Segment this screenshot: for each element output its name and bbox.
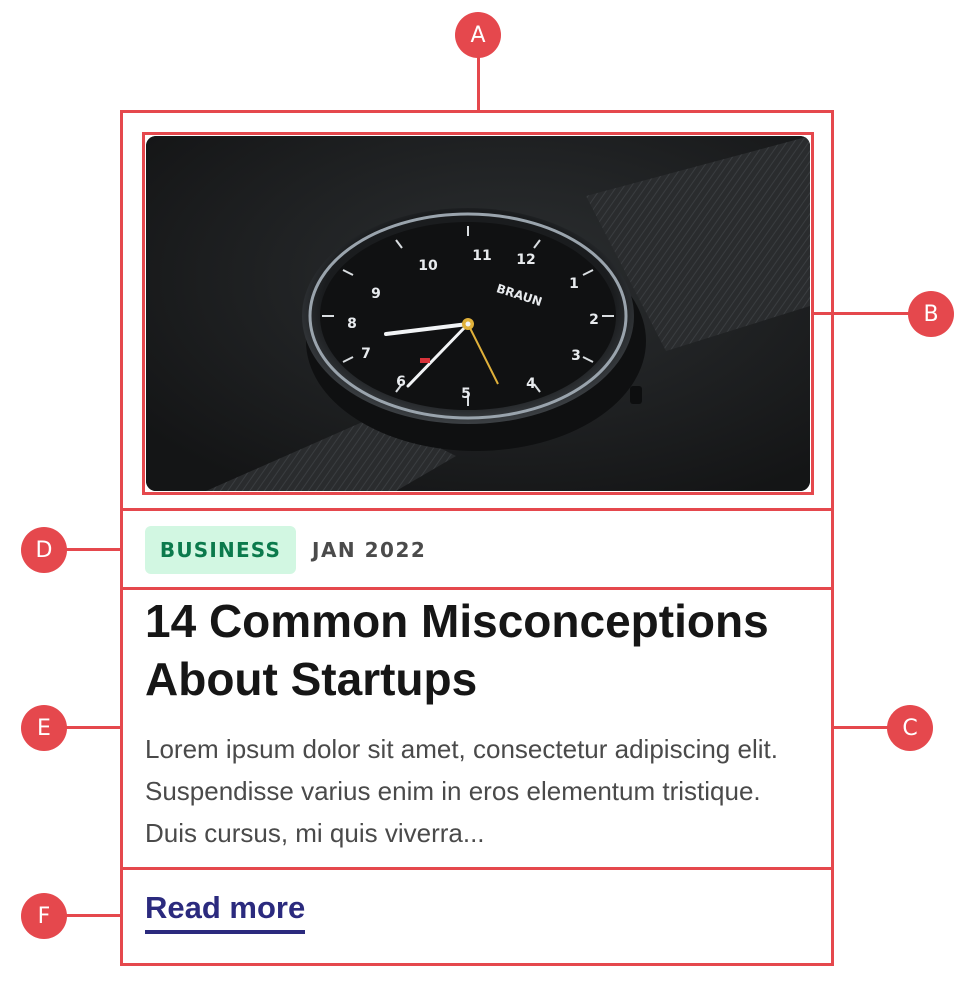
- svg-text:3: 3: [571, 348, 581, 364]
- post-date: JAN 2022: [312, 538, 427, 562]
- annotation-marker-a: A: [455, 12, 501, 58]
- svg-text:1: 1: [569, 276, 579, 292]
- annotation-marker-e: E: [21, 705, 67, 751]
- annotation-leader-a: [477, 56, 480, 112]
- annotation-marker-b: B: [908, 291, 954, 337]
- annotation-marker-d: D: [21, 527, 67, 573]
- post-title[interactable]: 14 Common Misconceptions About Startups: [145, 592, 825, 708]
- card-image[interactable]: 12 1 2 3 4 5 6 7 8 9 10 11 BRAUN: [146, 136, 810, 491]
- post-excerpt: Lorem ipsum dolor sit amet, consectetur …: [145, 734, 778, 848]
- annotation-marker-f: F: [21, 893, 67, 939]
- svg-text:2: 2: [589, 312, 599, 328]
- svg-text:11: 11: [472, 248, 491, 264]
- annotation-leader-d: [64, 548, 122, 551]
- wristwatch-icon: 12 1 2 3 4 5 6 7 8 9 10 11 BRAUN: [146, 136, 810, 491]
- svg-text:5: 5: [461, 386, 471, 402]
- annotation-box-action: [120, 867, 834, 966]
- svg-text:4: 4: [526, 376, 536, 392]
- annotation-leader-f: [64, 914, 122, 917]
- svg-text:7: 7: [361, 346, 371, 362]
- svg-text:10: 10: [418, 258, 438, 274]
- svg-text:12: 12: [516, 252, 535, 268]
- svg-text:9: 9: [371, 286, 381, 302]
- category-badge[interactable]: BUSINESS: [145, 526, 296, 574]
- annotation-leader-c: [832, 726, 890, 729]
- annotation-leader-e: [64, 726, 122, 729]
- svg-text:6: 6: [396, 374, 406, 390]
- annotation-marker-c: C: [887, 705, 933, 751]
- svg-text:8: 8: [347, 316, 357, 332]
